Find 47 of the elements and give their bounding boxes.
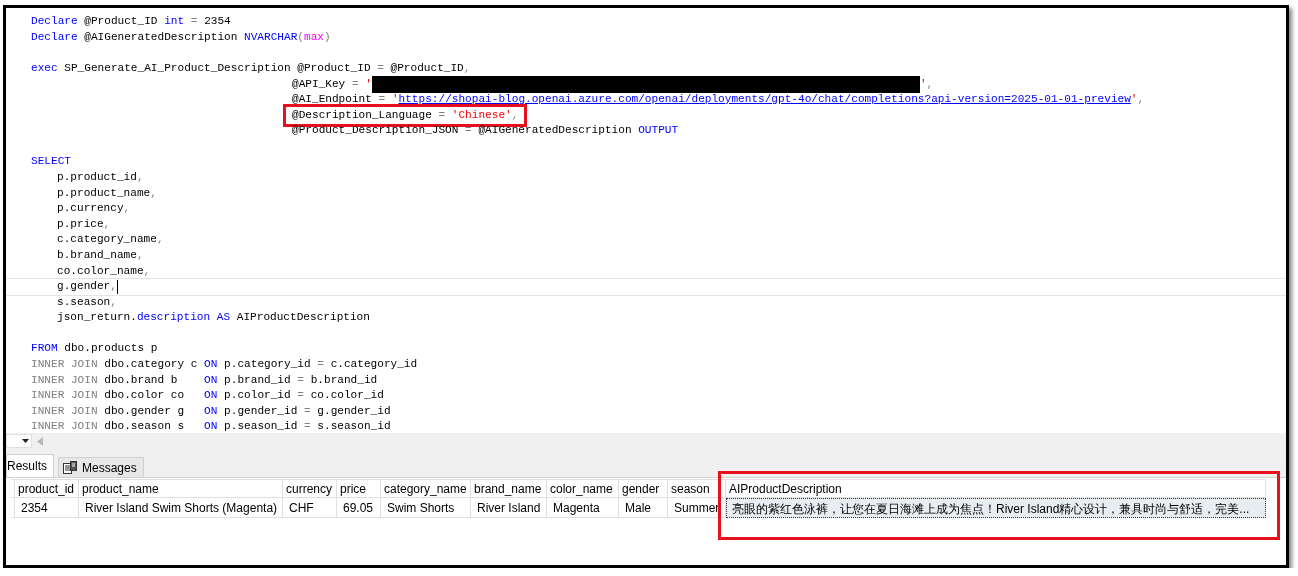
table-cell[interactable]: River Island Swim Shorts (Magenta): [79, 498, 283, 518]
code-line: exec SP_Generate_AI_Product_Description @Product_ID = @Product_ID,: [31, 60, 471, 76]
table-cell[interactable]: Male: [619, 498, 668, 518]
code-line: g.gender,: [57, 279, 117, 295]
code-line: s.season,: [57, 294, 117, 310]
column-header[interactable]: price: [337, 479, 381, 498]
column-header[interactable]: season: [668, 479, 726, 498]
code-line: INNER JOIN dbo.brand b ON p.brand_id = b.brand_id: [31, 372, 378, 388]
table-cell[interactable]: 69.05: [337, 498, 381, 518]
code-line: FROM dbo.products p: [31, 341, 158, 357]
code-line: INNER JOIN dbo.gender g ON p.gender_id = g.gender_id: [31, 403, 391, 419]
messages-tab[interactable]: Messages: [58, 457, 144, 477]
column-header[interactable]: product_name: [79, 479, 283, 498]
table-cell[interactable]: Swim Shorts: [381, 498, 471, 518]
caret-icon: [22, 439, 29, 443]
code-line: json_return.description AS AIProductDescription: [57, 310, 370, 326]
code-line: INNER JOIN dbo.category c ON p.category_id = c.category_id: [31, 357, 418, 373]
code-line: Declare @AIGeneratedDescription NVARCHAR(max): [31, 29, 331, 45]
code-line: INNER JOIN dbo.color co ON p.color_id = co.color_id: [31, 388, 384, 404]
code-line: INNER JOIN dbo.season s ON p.season_id = s.season_id: [31, 419, 391, 433]
column-header[interactable]: color_name: [547, 479, 619, 498]
code-line: p.product_id,: [57, 169, 144, 185]
code-line: SELECT: [31, 154, 71, 170]
column-header[interactable]: currency: [283, 479, 337, 498]
text-cursor: [116, 279, 118, 294]
code-line: b.brand_name,: [57, 247, 144, 263]
code-line: p.currency,: [57, 201, 131, 217]
code-line: p.product_name,: [57, 185, 157, 201]
document-icon: [63, 461, 77, 474]
table-cell[interactable]: 亮眼的紫红色泳裤，让您在夏日海滩上成为焦点！River Island精心设计，兼具时尚与舒适，完美...: [726, 498, 1266, 518]
table-cell[interactable]: River Island: [471, 498, 547, 518]
column-header[interactable]: category_name: [381, 479, 471, 498]
table-cell[interactable]: 2354: [15, 498, 79, 518]
code-line: Declare @Product_ID int = 2354: [31, 14, 231, 29]
url-link[interactable]: https://shopai-blog.openai.azure.com/openai/deployments/gpt-4o/chat/completions?api-version=2025-01-01-preview: [398, 92, 1131, 105]
column-header[interactable]: gender: [619, 479, 668, 498]
code-line: c.category_name,: [57, 232, 164, 248]
code-line: p.price,: [57, 216, 111, 232]
results-tab[interactable]: Results: [6, 454, 54, 477]
code-line: @API_Key = ' ',: [292, 75, 934, 93]
code-line: co.color_name,: [57, 263, 151, 279]
zoom-dropdown[interactable]: [6, 434, 32, 448]
table-cell[interactable]: CHF: [283, 498, 337, 518]
column-header[interactable]: brand_name: [471, 479, 547, 498]
table-cell[interactable]: Magenta: [547, 498, 619, 518]
column-header[interactable]: AIProductDescription: [726, 479, 1266, 498]
column-header[interactable]: product_id: [15, 479, 79, 498]
